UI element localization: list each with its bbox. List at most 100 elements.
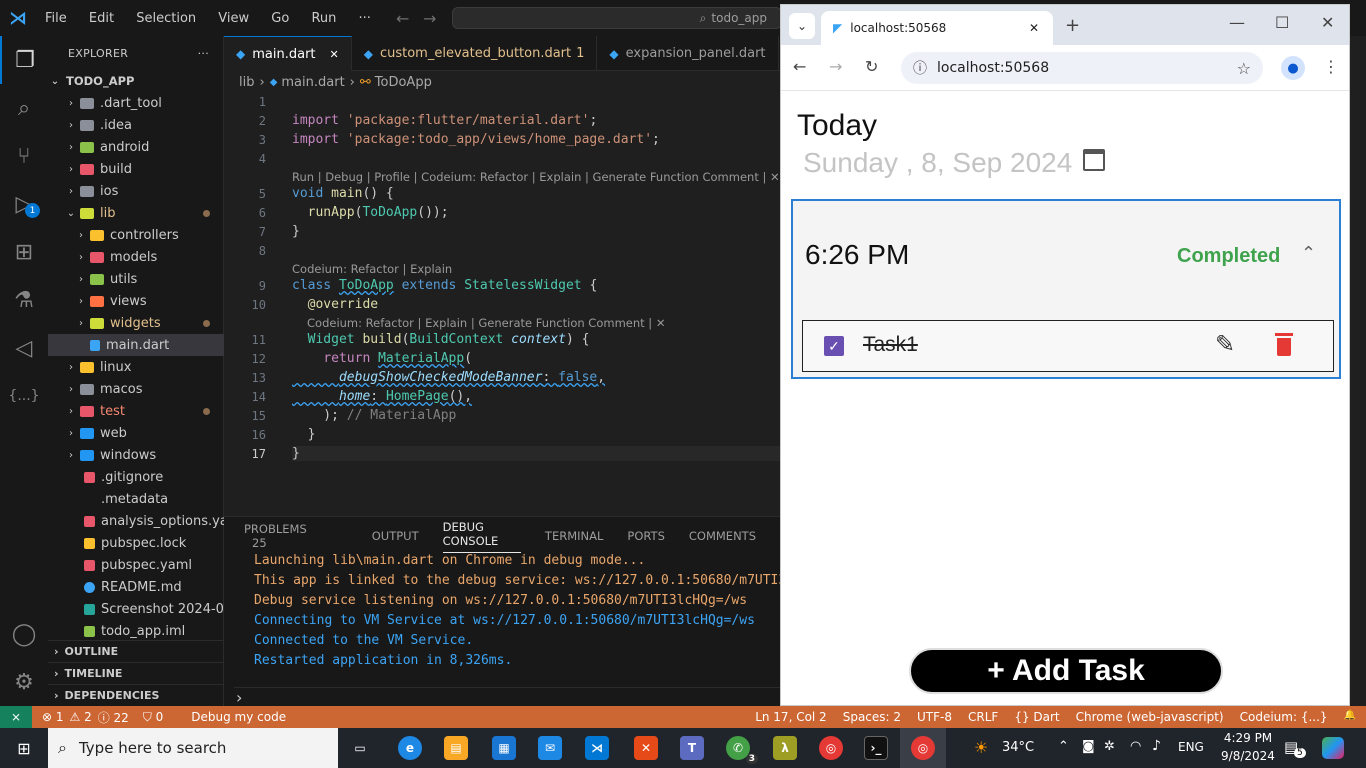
search-view-icon[interactable]: ⌕	[0, 84, 48, 132]
tree-item-widgets[interactable]: › widgets	[48, 312, 224, 334]
breadcrumb-class[interactable]: ToDoApp	[375, 75, 432, 90]
add-task-button[interactable]: + Add Task	[909, 648, 1223, 694]
tree-item-windows[interactable]: › windows	[48, 444, 224, 466]
testing-icon[interactable]: ⚗	[0, 276, 48, 324]
tree-item-pubspec-yaml[interactable]: pubspec.yaml	[48, 554, 224, 576]
clock-date[interactable]: 9/8/2024	[1218, 749, 1278, 763]
section-outline[interactable]: › OUTLINE	[48, 640, 224, 662]
tree-item-readme[interactable]: README.md	[48, 576, 224, 598]
tray-ime-icon[interactable]: ✲	[1104, 739, 1115, 754]
section-dependencies[interactable]: › DEPENDENCIES	[48, 684, 224, 706]
panel-tab-problems[interactable]: PROBLEMS25	[244, 522, 348, 550]
tree-item-utils[interactable]: › utils	[48, 268, 224, 290]
tree-item-web[interactable]: › web	[48, 422, 224, 444]
tree-item-lib[interactable]: ⌄ lib	[48, 202, 224, 224]
status-language[interactable]: {} Dart	[1014, 710, 1059, 724]
chevron-up-icon[interactable]: ⌃	[1301, 243, 1316, 264]
panel-tab-terminal[interactable]: TERMINAL	[545, 529, 603, 543]
code-lens-main[interactable]: Run | Debug | Profile | Codeium: Refacto…	[292, 170, 780, 184]
tab-expansion-panel[interactable]: ◆ expansion_panel.dart	[597, 36, 779, 71]
account-icon[interactable]: ◯	[0, 610, 48, 658]
forward-arrow-icon[interactable]: →	[423, 9, 436, 28]
file-explorer-icon[interactable]: ▤	[444, 736, 468, 760]
tray-camera-icon[interactable]: ◙	[1082, 739, 1095, 754]
workspace-root[interactable]: ⌄ TODO_APP	[48, 70, 224, 92]
menu-run[interactable]: Run	[311, 11, 336, 26]
menu-go[interactable]: Go	[271, 11, 289, 26]
status-info[interactable]: ⓘ 22	[98, 709, 129, 726]
breadcrumb-file[interactable]: main.dart	[281, 75, 344, 90]
vscode-taskbar-icon[interactable]: ⋊	[585, 736, 609, 760]
tree-item-idea[interactable]: › .idea	[48, 114, 224, 136]
tray-chevron-up-icon[interactable]: ⌃	[1058, 739, 1069, 754]
status-codeium[interactable]: Codeium: {...}	[1240, 710, 1328, 724]
weather-sun-icon[interactable]: ☀	[974, 738, 988, 757]
task-view-icon[interactable]: ▭	[348, 736, 372, 760]
panel-tab-output[interactable]: OUTPUT	[372, 529, 419, 543]
tab-search-chevron-icon[interactable]: ⌄	[789, 13, 815, 39]
bookmark-star-icon[interactable]: ☆	[1237, 59, 1251, 78]
tree-item-models[interactable]: › models	[48, 246, 224, 268]
status-indentation[interactable]: Spaces: 2	[843, 710, 901, 724]
panel-tab-debug-console[interactable]: DEBUG CONSOLE	[442, 520, 521, 553]
tab-custom-elevated-button[interactable]: ◆ custom_elevated_button.dart 1	[352, 36, 598, 71]
tree-item-main-dart[interactable]: main.dart	[48, 334, 224, 356]
weather-temp[interactable]: 34°C	[1002, 740, 1034, 755]
section-timeline[interactable]: › TIMELINE	[48, 662, 224, 684]
close-icon[interactable]: ✕	[1029, 21, 1039, 35]
status-device[interactable]: Chrome (web-javascript)	[1076, 710, 1224, 724]
menu-selection[interactable]: Selection	[136, 11, 196, 26]
maximize-icon[interactable]: ☐	[1275, 13, 1289, 32]
panel-tab-comments[interactable]: COMMENTS	[689, 529, 756, 543]
active-chrome-taskbar-item[interactable]: ◎	[900, 728, 946, 768]
site-info-icon[interactable]: ⓘ	[913, 58, 927, 78]
copilot-icon[interactable]	[1322, 737, 1344, 759]
language-indicator[interactable]: ENG	[1178, 740, 1204, 754]
run-debug-icon[interactable]: ▷ 1	[0, 180, 48, 228]
menu-more[interactable]: ···	[359, 11, 371, 26]
tree-item-pubspec-lock[interactable]: pubspec.lock	[48, 532, 224, 554]
tree-item-todo-app-iml[interactable]: todo_app.iml	[48, 620, 224, 642]
tree-item-ios[interactable]: › ios	[48, 180, 224, 202]
notifications-icon[interactable]: ▤ 5	[1284, 738, 1306, 758]
status-eol[interactable]: CRLF	[968, 710, 998, 724]
tree-item-screenshot[interactable]: Screenshot 2024-0...	[48, 598, 224, 620]
mail-icon[interactable]: ✉	[538, 736, 562, 760]
settings-gear-icon[interactable]: ⚙	[0, 658, 48, 706]
source-control-icon[interactable]: ⑂	[0, 132, 48, 180]
status-errors[interactable]: ⊗ 1	[42, 710, 64, 724]
back-arrow-icon[interactable]: ←	[396, 9, 409, 28]
profile-avatar-icon[interactable]: ●	[1281, 56, 1305, 80]
microsoft-store-icon[interactable]: ▦	[492, 736, 516, 760]
address-bar[interactable]: ⓘ localhost:50568 ☆	[901, 52, 1263, 84]
status-warnings[interactable]: ⚠ 2	[70, 710, 92, 724]
code-lens-class[interactable]: Codeium: Refactor | Explain	[292, 262, 452, 276]
wifi-icon[interactable]: ◠	[1130, 739, 1141, 754]
tree-item-macos[interactable]: › macos	[48, 378, 224, 400]
status-debug-my-code[interactable]: Debug my code	[191, 710, 286, 724]
tree-item-linux[interactable]: › linux	[48, 356, 224, 378]
taskbar-search[interactable]: ⌕ Type here to search	[48, 728, 338, 768]
code-lens-build[interactable]: Codeium: Refactor | Explain | Generate F…	[307, 316, 665, 330]
reload-icon[interactable]: ↻	[865, 57, 878, 76]
status-encoding[interactable]: UTF-8	[917, 710, 952, 724]
windows-start-icon[interactable]: ⊞	[0, 728, 48, 768]
status-cursor-position[interactable]: Ln 17, Col 2	[755, 710, 827, 724]
panel-tab-ports[interactable]: PORTS	[627, 529, 664, 543]
breadcrumb-lib[interactable]: lib	[239, 75, 254, 90]
status-ports[interactable]: ⛉ 0	[143, 710, 163, 725]
flutter-icon[interactable]: ◁	[0, 324, 48, 372]
teams-icon[interactable]: T	[680, 736, 704, 760]
tree-item-dart-tool[interactable]: › .dart_tool	[48, 92, 224, 114]
debug-console-input[interactable]: ›	[234, 687, 780, 707]
edit-pencil-icon[interactable]: ✎	[1215, 330, 1235, 359]
menu-file[interactable]: File	[45, 11, 67, 26]
volume-icon[interactable]: ♪	[1152, 738, 1161, 754]
whatsapp-icon[interactable]: ✆ 3	[726, 736, 758, 764]
close-window-icon[interactable]: ✕	[1321, 13, 1334, 32]
json-tools-icon[interactable]: {...}	[0, 372, 48, 420]
bell-icon[interactable]: 🔔	[1344, 710, 1356, 724]
chrome-taskbar-icon[interactable]: ◎	[819, 736, 843, 760]
menu-kebab-icon[interactable]: ⋮	[1323, 57, 1339, 76]
task-checkbox[interactable]: ✓	[824, 336, 844, 356]
